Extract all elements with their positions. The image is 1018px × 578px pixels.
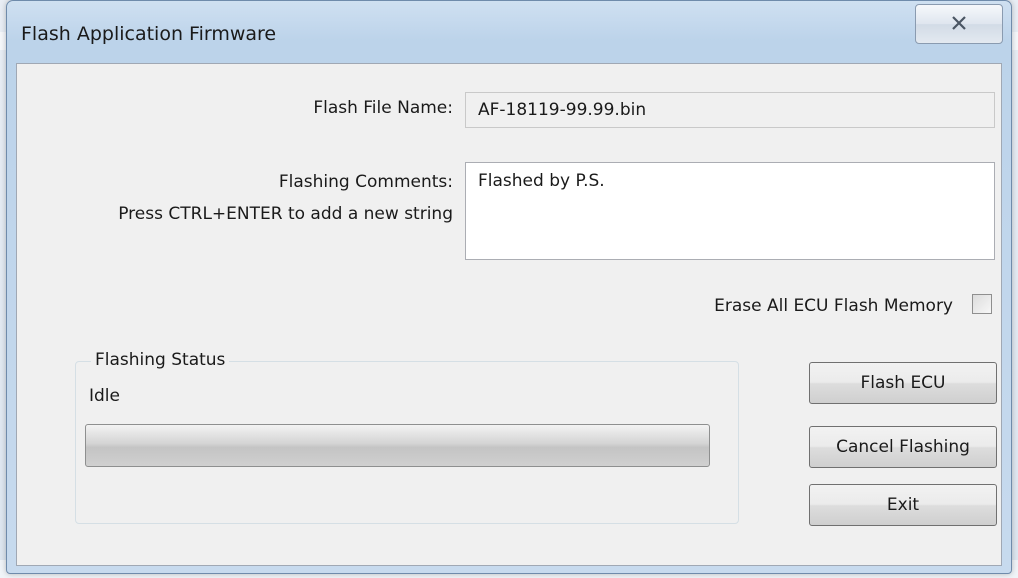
title-bar[interactable]: Flash Application Firmware xyxy=(7,1,1011,63)
flashing-comments-field[interactable]: Flashed by P.S. xyxy=(465,162,995,260)
flash-file-name-label: Flash File Name: xyxy=(313,98,453,118)
dialog-window: Flash Application Firmware Flash File Na… xyxy=(6,0,1012,574)
close-icon xyxy=(952,15,966,34)
exit-button[interactable]: Exit xyxy=(809,484,997,526)
flash-ecu-button[interactable]: Flash ECU xyxy=(809,362,997,404)
close-button[interactable] xyxy=(915,4,1003,44)
dialog-title: Flash Application Firmware xyxy=(21,23,277,45)
flashing-comments-label: Flashing Comments: xyxy=(278,172,453,192)
cancel-flashing-button[interactable]: Cancel Flashing xyxy=(809,426,997,468)
flashing-status-text: Idle xyxy=(89,386,120,406)
flashing-progress-bar xyxy=(85,424,710,467)
dialog-body: Flash File Name: AF-18119-99.99.bin Flas… xyxy=(16,63,1002,566)
flashing-status-title: Flashing Status xyxy=(91,350,230,370)
flash-file-name-field[interactable]: AF-18119-99.99.bin xyxy=(465,92,995,128)
erase-memory-label: Erase All ECU Flash Memory xyxy=(714,296,953,316)
erase-memory-checkbox[interactable] xyxy=(972,294,992,314)
flashing-comments-hint: Press CTRL+ENTER to add a new string xyxy=(118,204,453,224)
